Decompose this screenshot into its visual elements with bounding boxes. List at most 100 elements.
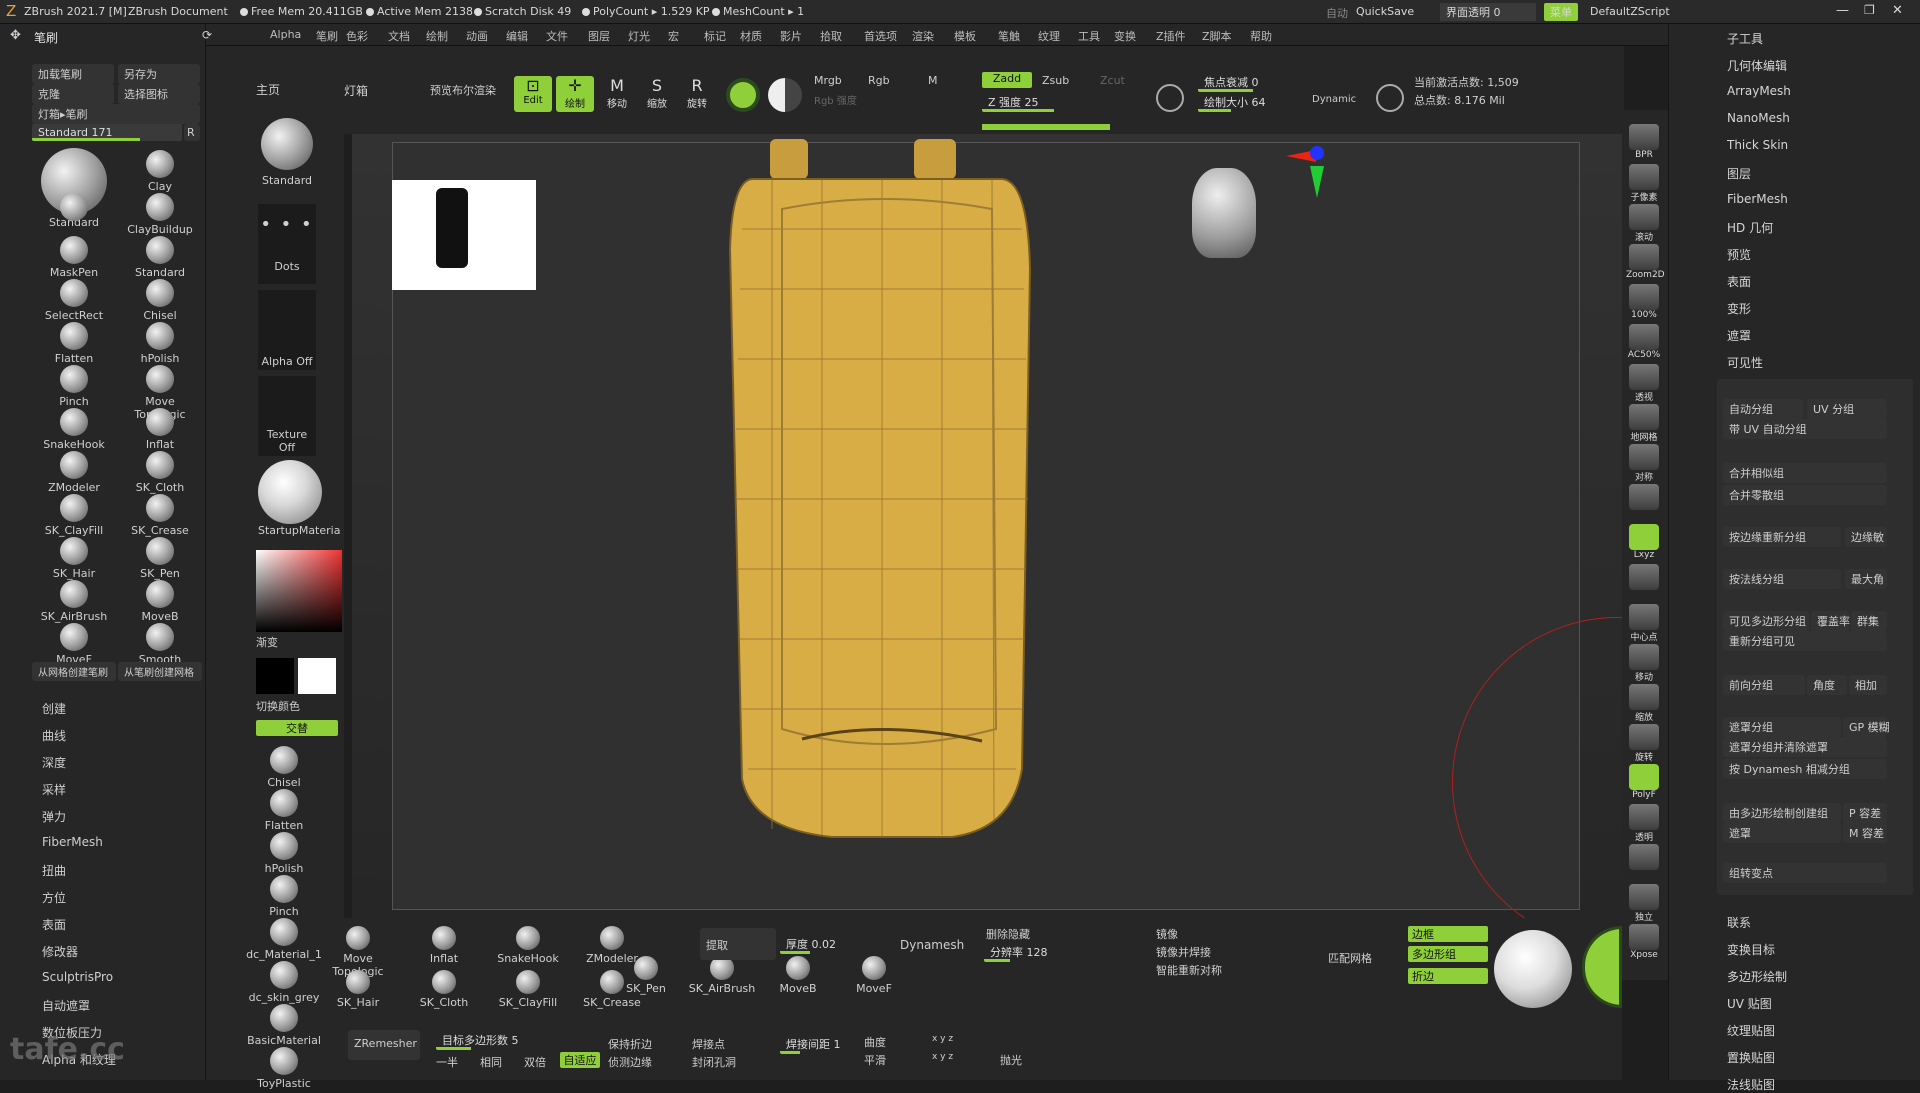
view-tool-19[interactable]: 独立 <box>1626 884 1662 923</box>
shelf-brush-4[interactable]: dc_Material_1 <box>244 918 324 961</box>
shelf-brush-5[interactable]: dc_skin_grey <box>244 961 324 1004</box>
tool-bottom-section-2[interactable]: 多边形绘制 <box>1727 968 1787 985</box>
bottom-brush-snakehook[interactable]: SnakeHook <box>488 926 568 965</box>
view-tool-12[interactable]: 中心点 <box>1626 604 1662 643</box>
max-angle-slider[interactable]: 最大角 <box>1845 569 1887 589</box>
group-dynamesh-sub-button[interactable]: 按 Dynamesh 相减分组 <box>1723 759 1887 779</box>
view-tool-17[interactable]: 透明 <box>1626 804 1662 843</box>
material-preview-sphere[interactable] <box>1494 930 1572 1008</box>
section-7[interactable]: 方位 <box>42 889 66 906</box>
zremesher-button[interactable]: ZRemesher <box>348 1030 420 1060</box>
coverage-slider[interactable]: 覆盖率 <box>1811 611 1850 631</box>
lightbox-brush-button[interactable]: 灯箱▸笔刷 <box>32 104 200 124</box>
brush-chisel[interactable]: Chisel <box>120 279 200 322</box>
r-button[interactable]: R <box>184 124 200 141</box>
menu-拾取[interactable]: 拾取 <box>820 28 842 44</box>
menu-工具[interactable]: 工具 <box>1078 28 1100 44</box>
brush-inflat[interactable]: Inflat <box>120 408 200 451</box>
view-tool-10[interactable]: Lxyz <box>1626 524 1662 560</box>
menu-色彩[interactable]: 色彩 <box>346 28 368 44</box>
view-tool-14[interactable]: 缩放 <box>1626 684 1662 723</box>
regroup-visible-button[interactable]: 重新分组可见 <box>1723 631 1887 651</box>
detect-edges-button[interactable]: 侦测边缘 <box>608 1054 652 1070</box>
focal-shift-icon[interactable] <box>1156 84 1184 112</box>
view-tool-18[interactable] <box>1626 844 1662 870</box>
bottom-brush-sk_airbrush[interactable]: SK_AirBrush <box>682 956 762 995</box>
edit-button[interactable]: ⊡ Edit <box>514 76 552 112</box>
home-tab[interactable]: 主页 <box>256 81 280 98</box>
brush-flatten[interactable]: Flatten <box>34 322 114 365</box>
view-tool-16[interactable]: PolyF <box>1626 764 1662 800</box>
view-tool-9[interactable] <box>1626 484 1662 510</box>
section-0[interactable]: 创建 <box>42 700 66 717</box>
menu-影片[interactable]: 影片 <box>780 28 802 44</box>
section-10[interactable]: SculptrisPro <box>42 970 113 984</box>
dots-stroke-thumb[interactable]: • • • Dots <box>258 204 316 284</box>
tool-bottom-section-4[interactable]: 纹理贴图 <box>1727 1022 1775 1039</box>
menu-帮助[interactable]: 帮助 <box>1250 28 1272 44</box>
radio-model[interactable] <box>712 129 1072 849</box>
section-6[interactable]: 扭曲 <box>42 862 66 879</box>
view-tool-8[interactable]: 对称 <box>1626 444 1662 483</box>
tool-bottom-section-6[interactable]: 法线贴图 <box>1727 1076 1775 1093</box>
polygroup-toggle[interactable]: 多边形组 <box>1408 946 1488 962</box>
secondary-color-swatch[interactable] <box>256 658 294 694</box>
mrgb-button[interactable]: Mrgb <box>814 74 842 87</box>
auto-groups-with-uv-button[interactable]: 带 UV 自动分组 <box>1723 419 1887 439</box>
view-tool-20[interactable]: Xpose <box>1626 924 1662 960</box>
border-toggle[interactable]: 边框 <box>1408 926 1488 942</box>
from-mask-button[interactable]: 遮罩 <box>1723 823 1841 843</box>
section-9[interactable]: 修改器 <box>42 943 78 960</box>
navigation-head-gizmo[interactable] <box>1192 168 1256 258</box>
view-tool-4[interactable]: 100% <box>1626 284 1662 320</box>
preview-boolean-button[interactable]: 预览布尔渲染 <box>430 82 496 98</box>
zsub-button[interactable]: Zsub <box>1042 74 1069 87</box>
edge-sensitivity-slider[interactable]: 边缘敏 <box>1845 527 1887 547</box>
menu-模板[interactable]: 模板 <box>954 28 976 44</box>
cluster-slider[interactable]: 群集 <box>1851 611 1887 631</box>
shelf-brush-2[interactable]: hPolish <box>244 832 324 875</box>
menu-文档[interactable]: 文档 <box>388 28 410 44</box>
brush-movef[interactable]: MoveF <box>34 623 114 666</box>
menu-绘制[interactable]: 绘制 <box>426 28 448 44</box>
view-tool-0[interactable]: BPR <box>1626 124 1662 160</box>
dynamesh-button[interactable]: Dynamesh <box>900 938 964 952</box>
minimize-icon[interactable]: — <box>1836 3 1849 18</box>
bottom-brush-inflat[interactable]: Inflat <box>404 926 484 965</box>
view-tool-15[interactable]: 旋转 <box>1626 724 1662 763</box>
shelf-brush-1[interactable]: Flatten <box>244 789 324 832</box>
group-visible-button[interactable]: 可见多边形分组 <box>1723 611 1809 631</box>
scale-button[interactable]: S 缩放 <box>638 76 676 112</box>
tool-section-11[interactable]: 遮罩 <box>1727 327 1751 344</box>
brush-sk_clayfill[interactable]: SK_ClayFill <box>34 494 114 537</box>
menu-纹理[interactable]: 纹理 <box>1038 28 1060 44</box>
resolution-slider[interactable]: 分辨率 128 <box>984 942 1114 962</box>
move-button[interactable]: M 移动 <box>598 76 636 112</box>
m-button[interactable]: M <box>928 74 938 87</box>
brush-sk_cloth[interactable]: SK_Cloth <box>120 451 200 494</box>
match-mesh-button[interactable]: 匹配网格 <box>1328 950 1372 966</box>
section-1[interactable]: 曲线 <box>42 727 66 744</box>
keep-creases-button[interactable]: 保持折边 <box>608 1036 652 1052</box>
rgb-button[interactable]: Rgb <box>868 74 890 87</box>
view-tool-11[interactable] <box>1626 564 1662 590</box>
quicksave-button[interactable]: QuickSave <box>1356 5 1414 18</box>
merge-similar-groups-button[interactable]: 合并相似组 <box>1723 463 1887 483</box>
menu-渲染[interactable]: 渲染 <box>912 28 934 44</box>
menu-编辑[interactable]: 编辑 <box>506 28 528 44</box>
menu-笔刷[interactable]: 笔刷 <box>316 28 338 44</box>
brush-maskpen[interactable]: MaskPen <box>34 236 114 279</box>
refresh-icon[interactable]: ⟳ <box>202 28 212 42</box>
alpha-off-thumb[interactable]: Alpha Off <box>258 290 316 370</box>
texture-off-thumb[interactable]: Texture Off <box>258 376 316 456</box>
menu-首选项[interactable]: 首选项 <box>864 28 897 44</box>
brush-sk_hair[interactable]: SK_Hair <box>34 537 114 580</box>
bottom-brush-sk_cloth[interactable]: SK_Cloth <box>404 970 484 1009</box>
brush-sk_crease[interactable]: SK_Crease <box>120 494 200 537</box>
view-tool-1[interactable]: 子像素 <box>1626 164 1662 203</box>
section-3[interactable]: 采样 <box>42 781 66 798</box>
bottom-brush-movef[interactable]: MoveF <box>834 956 914 995</box>
brush-hpolish[interactable]: hPolish <box>120 322 200 365</box>
brush-thumb[interactable] <box>34 193 114 223</box>
clone-button[interactable]: 克隆 <box>32 84 114 104</box>
